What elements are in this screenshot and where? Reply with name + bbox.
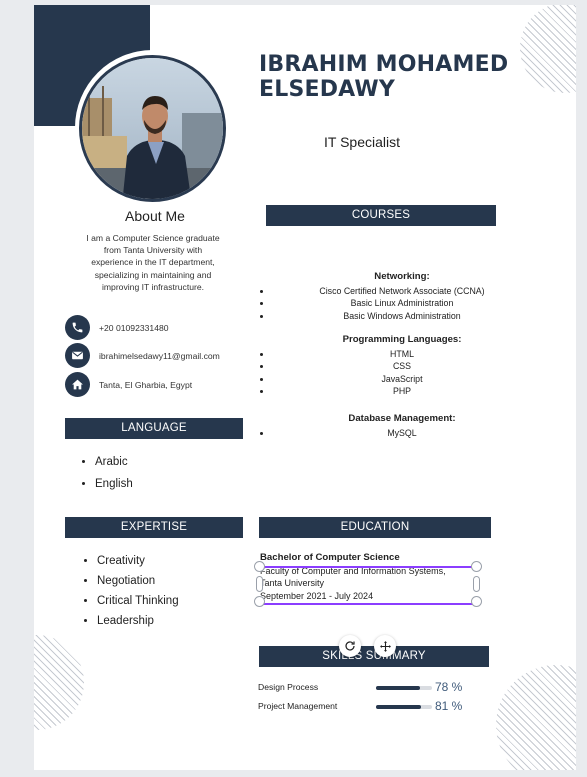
move-icon bbox=[379, 640, 391, 652]
list-item: PHP bbox=[272, 385, 544, 397]
rotate-button[interactable] bbox=[339, 635, 361, 657]
list-item: Basic Windows Administration bbox=[272, 310, 544, 322]
decor-hatch-bottom-right bbox=[496, 665, 576, 770]
text-selection-box[interactable] bbox=[259, 566, 476, 605]
degree-title: Bachelor of Computer Science bbox=[260, 552, 400, 563]
about-text[interactable]: I am a Computer Science graduate from Ta… bbox=[82, 232, 224, 293]
list-item: English bbox=[95, 473, 133, 495]
resize-handle-bottom-left[interactable] bbox=[254, 596, 265, 607]
resize-handle-bottom-right[interactable] bbox=[471, 596, 482, 607]
decor-hatch-top-right bbox=[520, 5, 576, 93]
list-item: Arabic bbox=[95, 451, 133, 473]
courses-database[interactable]: Database Management: MySQL bbox=[260, 413, 544, 439]
email-icon bbox=[65, 343, 90, 368]
list-item: Critical Thinking bbox=[97, 591, 179, 611]
move-button[interactable] bbox=[374, 635, 396, 657]
skill-bar bbox=[376, 705, 432, 709]
skill-percent: 78 % bbox=[435, 680, 463, 694]
email-address: ibrahimelsedawy11@gmail.com bbox=[99, 350, 220, 361]
courses-networking[interactable]: Networking: Cisco Certified Network Asso… bbox=[260, 271, 544, 322]
list-item: JavaScript bbox=[272, 373, 544, 385]
list-item: Negotiation bbox=[97, 571, 179, 591]
list-item: HTML bbox=[272, 348, 544, 360]
resize-handle-top-left[interactable] bbox=[254, 561, 265, 572]
courses-programming[interactable]: Programming Languages: HTML CSS JavaScri… bbox=[260, 334, 544, 398]
contact-email[interactable]: ibrahimelsedawy11@gmail.com bbox=[65, 343, 220, 368]
home-icon bbox=[65, 372, 90, 397]
resume-page[interactable]: IBRAHIM MOHAMED ELSEDAWY IT Specialist A… bbox=[34, 5, 576, 770]
courses-heading[interactable]: COURSES bbox=[266, 205, 496, 226]
programming-heading: Programming Languages: bbox=[342, 334, 462, 345]
networking-heading: Networking: bbox=[374, 271, 430, 282]
resize-handle-top-right[interactable] bbox=[471, 561, 482, 572]
address-text: Tanta, El Gharbia, Egypt bbox=[99, 379, 193, 390]
job-title[interactable]: IT Specialist bbox=[324, 134, 400, 150]
resize-handle-left[interactable] bbox=[256, 576, 263, 592]
skill-bar bbox=[376, 686, 432, 690]
phone-icon bbox=[65, 315, 90, 340]
language-list[interactable]: Arabic English bbox=[67, 451, 133, 495]
list-item: Leadership bbox=[97, 611, 179, 631]
phone-number: +20 01092331480 bbox=[99, 322, 169, 333]
expertise-heading[interactable]: EXPERTISE bbox=[65, 517, 243, 538]
candidate-name[interactable]: IBRAHIM MOHAMED ELSEDAWY bbox=[259, 52, 508, 102]
decor-hatch-bottom-left bbox=[34, 635, 84, 730]
profile-photo[interactable] bbox=[79, 55, 226, 202]
name-line-1: IBRAHIM MOHAMED bbox=[259, 52, 509, 77]
expertise-list[interactable]: Creativity Negotiation Critical Thinking… bbox=[69, 551, 179, 631]
skill-label[interactable]: Project Management bbox=[258, 701, 337, 711]
about-heading[interactable]: About Me bbox=[80, 208, 230, 224]
profile-photo-image bbox=[82, 58, 223, 199]
rotate-icon bbox=[345, 641, 355, 651]
education-heading[interactable]: EDUCATION bbox=[259, 517, 491, 538]
list-item: CSS bbox=[272, 360, 544, 372]
skill-bar-fill bbox=[376, 705, 422, 709]
skill-label[interactable]: Design Process bbox=[258, 682, 318, 692]
list-item: MySQL bbox=[272, 427, 544, 439]
contact-phone[interactable]: +20 01092331480 bbox=[65, 315, 169, 340]
list-item: Creativity bbox=[97, 551, 179, 571]
language-heading[interactable]: LANGUAGE bbox=[65, 418, 243, 439]
name-line-2: ELSEDAWY bbox=[259, 77, 396, 102]
resize-handle-right[interactable] bbox=[473, 576, 480, 592]
skill-bar-fill bbox=[376, 686, 420, 690]
contact-address[interactable]: Tanta, El Gharbia, Egypt bbox=[65, 372, 192, 397]
list-item: Cisco Certified Network Associate (CCNA) bbox=[272, 285, 544, 297]
database-heading: Database Management: bbox=[348, 413, 456, 424]
list-item: Basic Linux Administration bbox=[272, 297, 544, 309]
skill-percent: 81 % bbox=[435, 699, 463, 713]
